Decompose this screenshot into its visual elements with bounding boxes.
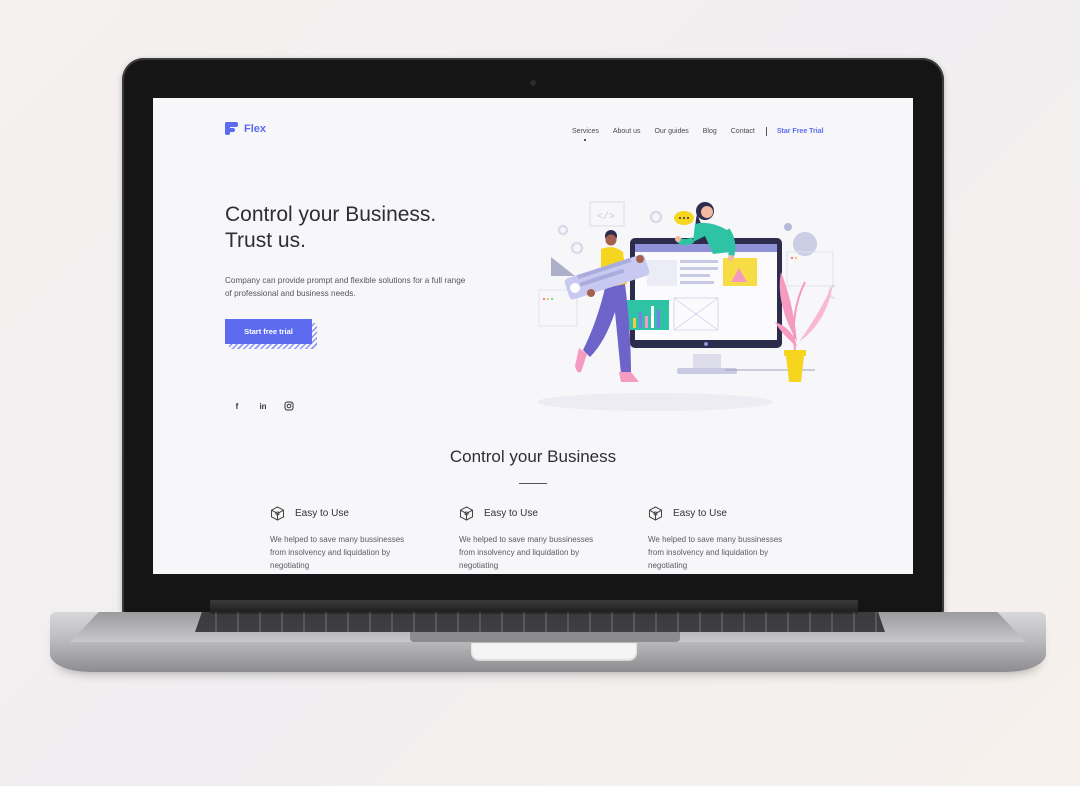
cube-icon <box>460 506 473 521</box>
instagram-icon[interactable] <box>283 400 295 412</box>
feature-card: Easy to Use We helped to save many bussi… <box>459 506 648 572</box>
logo-icon <box>225 122 239 136</box>
laptop-notch <box>410 632 680 642</box>
laptop-screen: Flex Services About us Our guides Blog C… <box>153 98 913 574</box>
feature-text: We helped to save many bussinesses from … <box>648 535 783 570</box>
brand-name: Flex <box>244 123 267 135</box>
facebook-icon[interactable]: f <box>231 400 243 412</box>
feature-card: Easy to Use We helped to save many bussi… <box>270 506 459 572</box>
hero-description: Company can provide prompt and flexible … <box>225 276 466 298</box>
section-title: Control your Business <box>449 447 617 466</box>
hero-illustration: </> <box>537 201 835 411</box>
top-nav: Flex Services About us Our guides Blog C… <box>153 98 913 158</box>
feature-header: Easy to Use <box>648 506 837 521</box>
nav-divider <box>765 127 767 136</box>
feature-card: Easy to Use We helped to save many bussi… <box>648 506 837 572</box>
hero-title-line1: Control your Business. <box>225 203 437 226</box>
nav-item-guides[interactable]: Our guides <box>654 128 688 135</box>
nav-item-blog[interactable]: Blog <box>703 128 717 135</box>
nav-item-services[interactable]: Services <box>572 128 599 135</box>
logo[interactable]: Flex <box>225 122 266 136</box>
hero-cta-wrap: Start free trial <box>225 319 317 349</box>
webcam <box>530 80 536 86</box>
laptop-hinge <box>210 600 858 614</box>
feature-text: We helped to save many bussinesses from … <box>270 535 405 570</box>
start-trial-button[interactable]: Start free trial <box>225 319 312 344</box>
nav-trial-link[interactable]: Star Free Trial <box>777 128 824 135</box>
feature-text: We helped to save many bussinesses from … <box>459 535 594 570</box>
hero-title: Control your Business. Trust us. <box>225 202 525 254</box>
social-links: f in <box>231 400 295 412</box>
cube-icon <box>649 506 662 521</box>
feature-title: Easy to Use <box>484 508 538 519</box>
nav-item-contact[interactable]: Contact <box>731 128 755 135</box>
linkedin-icon[interactable]: in <box>257 400 269 412</box>
feature-header: Easy to Use <box>459 506 648 521</box>
feature-header: Easy to Use <box>270 506 459 521</box>
laptop-opener <box>471 643 637 661</box>
laptop-keyboard <box>195 612 885 632</box>
nav-item-about[interactable]: About us <box>613 128 641 135</box>
main-menu: Services About us Our guides Blog Contac… <box>572 127 824 136</box>
svg-text:</>: </> <box>597 211 615 223</box>
features-row: Easy to Use We helped to save many bussi… <box>270 506 837 572</box>
hero-title-line2: Trust us. <box>225 229 306 252</box>
feature-title: Easy to Use <box>295 508 349 519</box>
feature-title: Easy to Use <box>673 508 727 519</box>
cube-icon <box>271 506 284 521</box>
section-divider <box>519 483 547 484</box>
